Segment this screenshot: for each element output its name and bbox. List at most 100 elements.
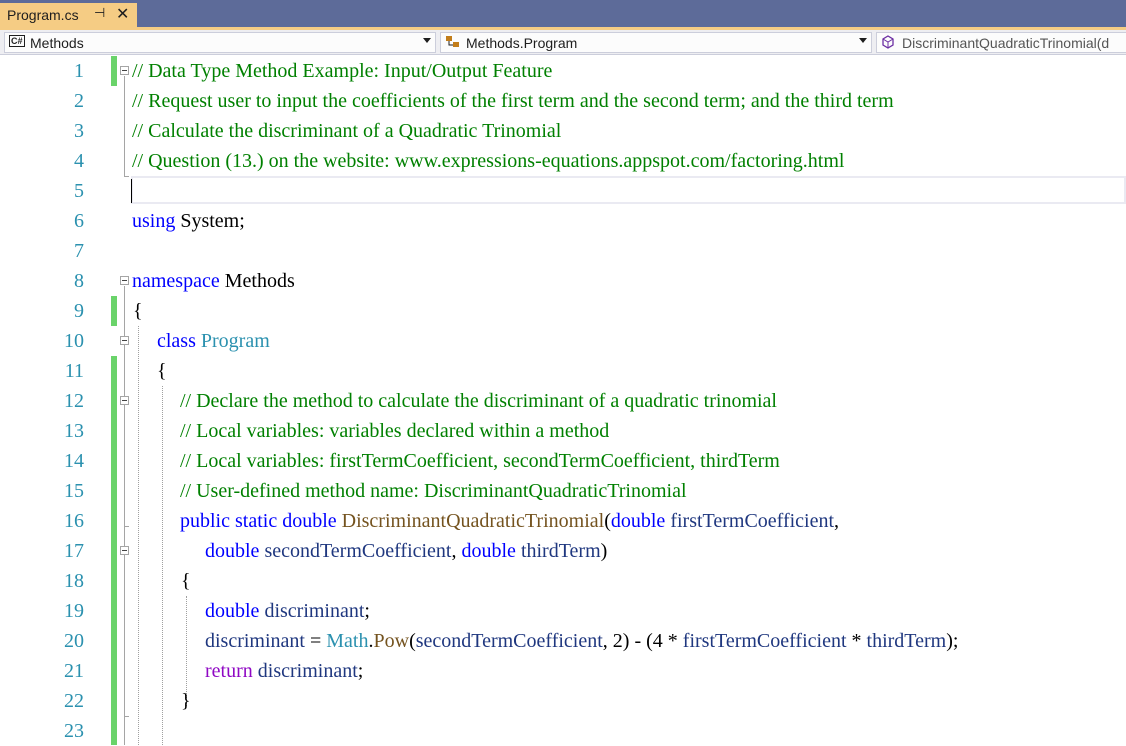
project-dropdown[interactable]: C# Methods xyxy=(4,32,436,53)
line-number: 14 xyxy=(64,450,84,472)
code-line-16: public static double DiscriminantQuadrat… xyxy=(180,506,839,536)
project-dropdown-label: Methods xyxy=(30,35,84,51)
code-line-11: { xyxy=(157,360,167,382)
code-line-3: // Calculate the discriminant of a Quadr… xyxy=(132,120,562,142)
type-token: Program xyxy=(200,330,270,352)
keyword-token: namespace xyxy=(132,270,220,292)
code-token: Methods xyxy=(219,270,295,292)
collapse-icon[interactable] xyxy=(120,276,129,285)
line-number: 10 xyxy=(64,330,84,352)
document-tab-program-cs[interactable]: Program.cs ⊣ ✕ xyxy=(0,3,137,27)
collapse-icon[interactable] xyxy=(120,336,129,345)
line-number: 8 xyxy=(74,270,84,292)
code-line-1: // Data Type Method Example: Input/Outpu… xyxy=(132,60,553,82)
code-line-12: // Declare the method to calculate the d… xyxy=(180,390,777,412)
line-number: 2 xyxy=(74,90,84,112)
document-tab-strip: Program.cs ⊣ ✕ xyxy=(0,0,1126,27)
code-token: ); xyxy=(946,630,959,652)
member-dropdown[interactable]: DiscriminantQuadraticTrinomial(d xyxy=(876,32,1126,53)
outline-line xyxy=(124,286,125,745)
code-token: * xyxy=(846,630,867,652)
line-number: 19 xyxy=(64,600,84,622)
parameter-token: firstTermCoefficient xyxy=(682,630,847,652)
change-marker xyxy=(111,356,117,745)
code-line-9: { xyxy=(133,300,143,322)
code-line-18: { xyxy=(181,570,191,592)
code-token: ( xyxy=(409,630,416,652)
indent-guide xyxy=(138,326,139,745)
line-number: 15 xyxy=(64,480,84,502)
code-line-19: double discriminant; xyxy=(205,596,370,626)
tab-title: Program.cs xyxy=(7,7,79,23)
text-caret xyxy=(131,179,132,203)
code-token: , xyxy=(834,510,840,532)
change-marker xyxy=(111,296,117,326)
method-icon xyxy=(881,35,895,52)
pin-icon[interactable]: ⊣ xyxy=(94,5,105,21)
keyword-token: double xyxy=(610,510,666,532)
line-number: 5 xyxy=(74,180,84,202)
line-number: 22 xyxy=(64,690,84,712)
keyword-token: using xyxy=(132,210,176,232)
line-number: 7 xyxy=(74,240,84,262)
navigation-bar: C# Methods Methods.Program DiscriminantQ… xyxy=(0,30,1126,55)
code-line-8: namespace Methods xyxy=(132,266,295,296)
type-token: Math xyxy=(326,630,369,652)
code-token: System; xyxy=(175,210,245,232)
indent-guide xyxy=(162,386,163,745)
line-number: 6 xyxy=(74,210,84,232)
parameter-token: secondTermCoefficient xyxy=(264,540,452,562)
keyword-token: double xyxy=(205,600,260,622)
variable-token: discriminant xyxy=(264,600,365,622)
chevron-down-icon xyxy=(859,38,867,43)
keyword-token: return xyxy=(205,660,253,682)
line-number: 4 xyxy=(74,150,84,172)
code-line-2: // Request user to input the coefficient… xyxy=(132,90,894,112)
method-token: DiscriminantQuadraticTrinomial xyxy=(341,510,605,532)
collapse-icon[interactable] xyxy=(120,66,129,75)
code-editor[interactable]: 1 2 3 4 5 6 7 8 9 10 11 12 13 14 15 16 1… xyxy=(0,56,1126,745)
variable-token: discriminant xyxy=(257,660,358,682)
type-dropdown[interactable]: Methods.Program xyxy=(440,32,872,53)
close-icon[interactable]: ✕ xyxy=(116,4,129,24)
csharp-project-icon: C# xyxy=(9,35,25,47)
code-line-14: // Local variables: firstTermCoefficient… xyxy=(180,450,780,472)
line-number: 12 xyxy=(64,390,84,412)
code-line-17: double secondTermCoefficient, double thi… xyxy=(205,536,607,566)
code-token: ; xyxy=(357,660,364,682)
collapse-icon[interactable] xyxy=(120,396,129,405)
line-number: 3 xyxy=(74,120,84,142)
keyword-token: double xyxy=(205,540,260,562)
code-line-10: class Program xyxy=(157,326,270,356)
outline-line xyxy=(124,76,125,176)
method-token: Pow xyxy=(373,630,410,652)
collapse-icon[interactable] xyxy=(120,546,129,555)
class-icon xyxy=(445,35,461,52)
code-line-20: discriminant = Math.Pow(secondTermCoeffi… xyxy=(205,626,958,656)
code-line-22: } xyxy=(181,690,191,712)
outline-line-end xyxy=(124,716,129,717)
line-number: 9 xyxy=(74,300,84,322)
code-token: = xyxy=(304,630,327,652)
change-marker xyxy=(111,56,117,86)
member-dropdown-label: DiscriminantQuadraticTrinomial(d xyxy=(902,35,1110,51)
outline-line-end xyxy=(124,176,129,177)
line-number: 21 xyxy=(64,660,84,682)
code-line-6: using System; xyxy=(132,206,245,236)
code-line-21: return discriminant; xyxy=(205,656,363,686)
code-token: ; xyxy=(364,600,370,622)
chevron-down-icon xyxy=(423,38,431,43)
code-line-13: // Local variables: variables declared w… xyxy=(180,420,610,442)
line-number: 11 xyxy=(64,360,84,382)
parameter-token: firstTermCoefficient xyxy=(670,510,835,532)
code-token: , 2) - (4 * xyxy=(602,630,683,652)
type-dropdown-label: Methods.Program xyxy=(466,35,578,51)
current-line-highlight xyxy=(131,176,1126,204)
code-token: , xyxy=(451,540,457,562)
line-number: 17 xyxy=(64,540,84,562)
outline-line-end xyxy=(124,526,129,527)
code-line-15: // User-defined method name: Discriminan… xyxy=(180,480,687,502)
parameter-token: secondTermCoefficient xyxy=(415,630,603,652)
line-number: 16 xyxy=(64,510,84,532)
line-number: 13 xyxy=(64,420,84,442)
